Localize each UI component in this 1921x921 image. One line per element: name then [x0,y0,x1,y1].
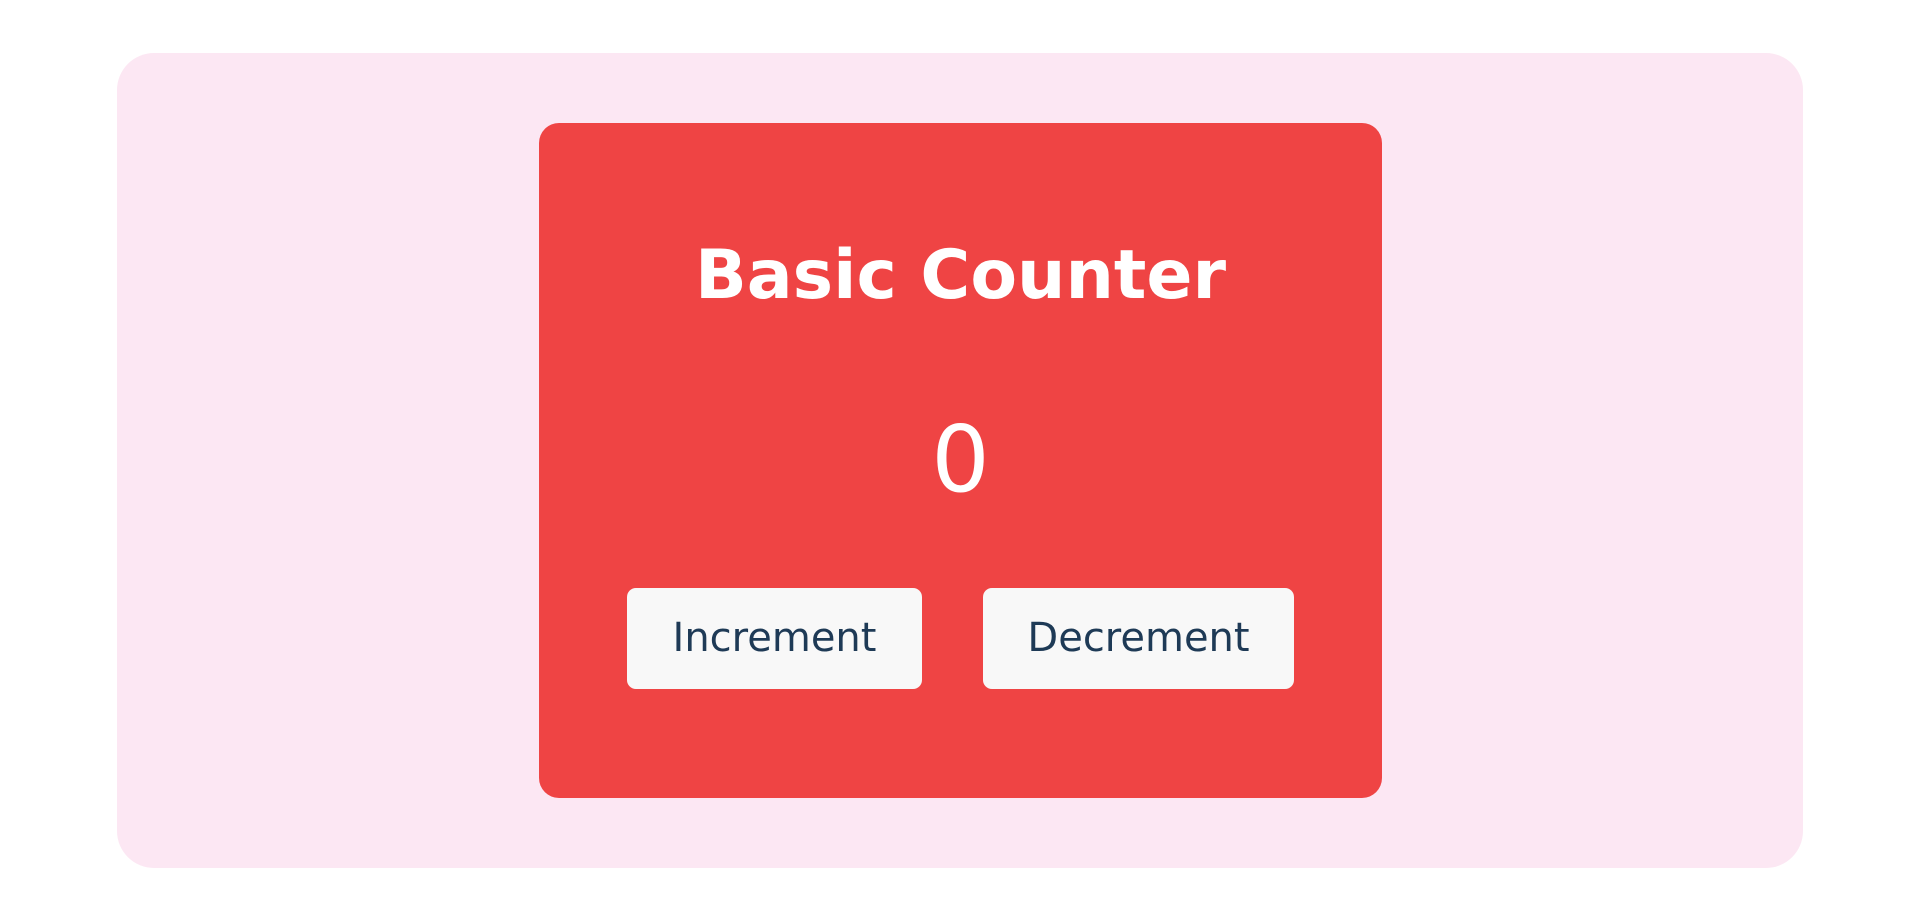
counter-title: Basic Counter [694,236,1227,315]
increment-button[interactable]: Increment [627,588,922,689]
decrement-button[interactable]: Decrement [983,588,1294,689]
counter-value: 0 [931,406,990,513]
